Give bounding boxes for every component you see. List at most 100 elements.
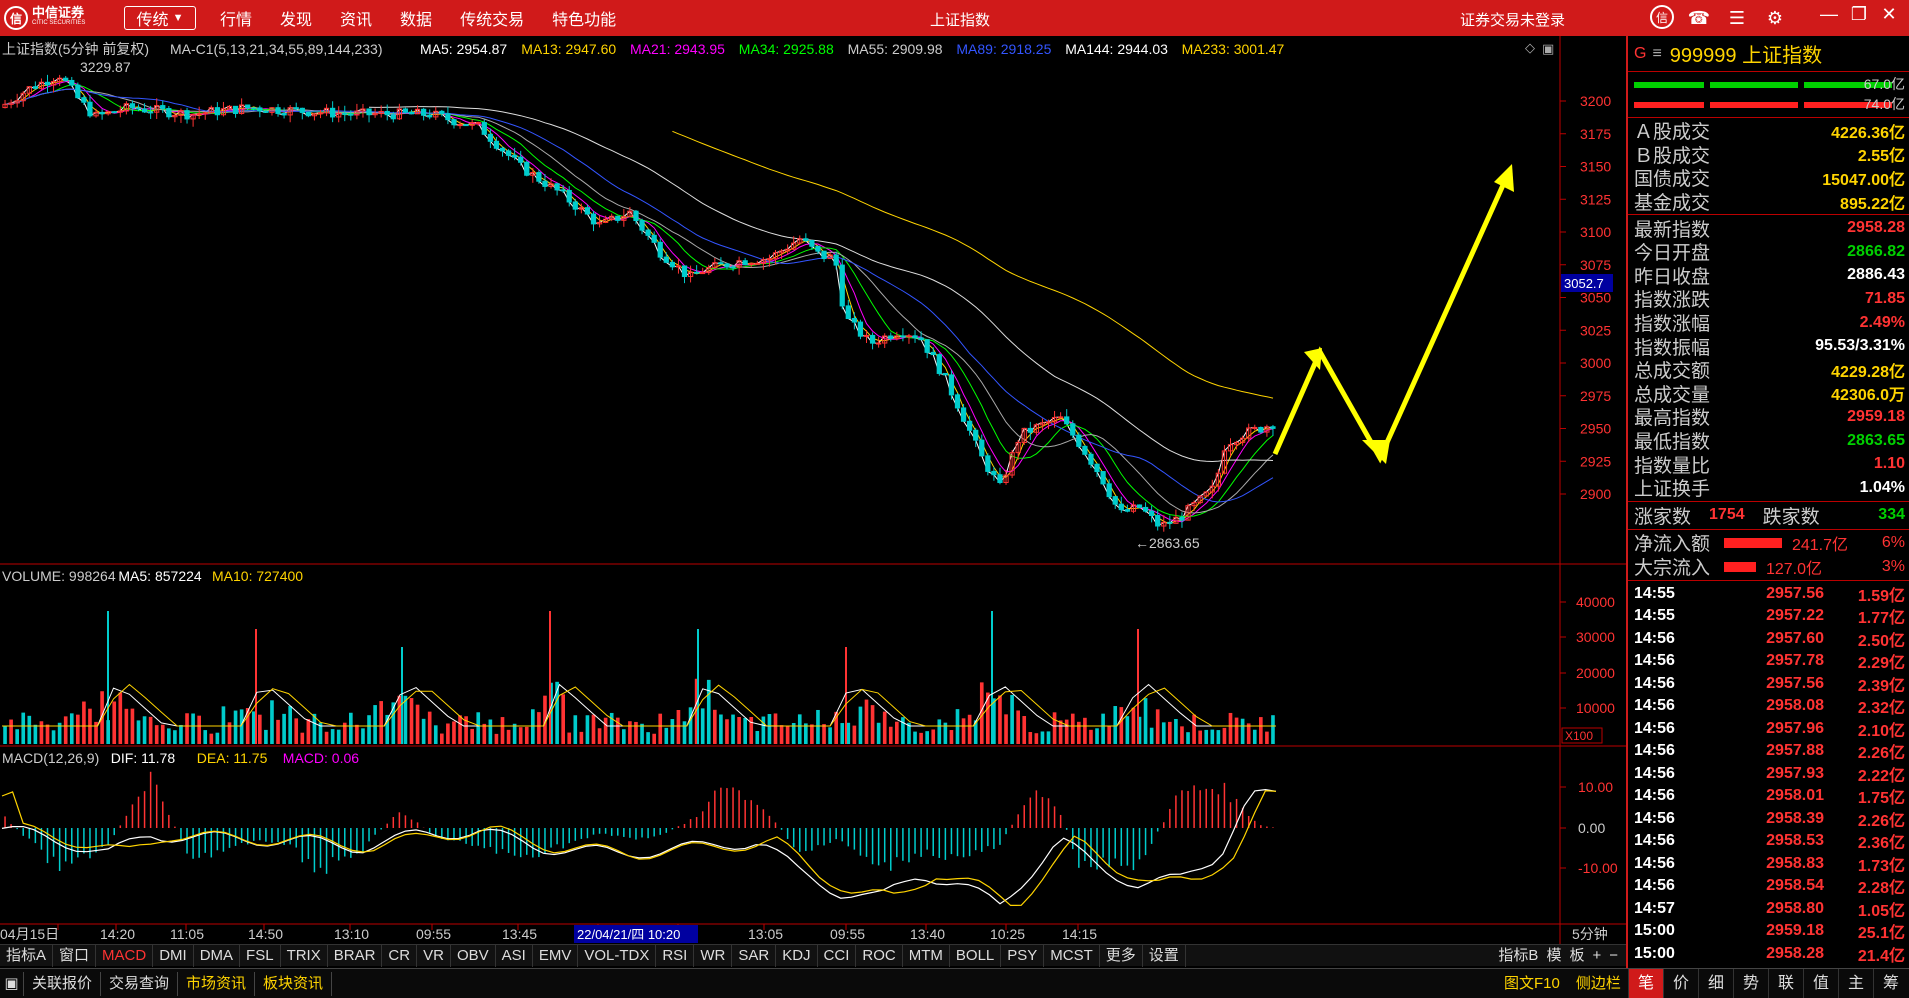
add-window-button[interactable]: + bbox=[1588, 945, 1605, 967]
panel-tab-3[interactable]: 势 bbox=[1733, 969, 1768, 998]
tick-row[interactable]: 14:56 2957.88 2.26亿 bbox=[1628, 740, 1909, 763]
stat-value: 2959.18 bbox=[1847, 407, 1905, 425]
diamond-icon[interactable]: ◇ bbox=[1525, 40, 1535, 55]
indicator-tab-rsi[interactable]: RSI bbox=[656, 944, 695, 967]
volume-axis: 40000 30000 20000 10000 bbox=[1560, 594, 1615, 716]
sector-news-button[interactable]: 板块资讯 bbox=[255, 971, 333, 996]
board-button[interactable]: 板 bbox=[1565, 945, 1588, 967]
indicator-tab-kdj[interactable]: KDJ bbox=[776, 944, 818, 967]
indicator-tab-emv[interactable]: EMV bbox=[533, 944, 579, 967]
template-button[interactable]: 模 bbox=[1542, 945, 1565, 967]
macd-histogram bbox=[4, 771, 1274, 874]
period-label[interactable]: 5分钟 bbox=[1572, 926, 1608, 942]
indicator-tab-cci[interactable]: CCI bbox=[818, 944, 857, 967]
group-tag[interactable]: G bbox=[1634, 45, 1646, 63]
indicator-tab-cr[interactable]: CR bbox=[382, 944, 418, 967]
mode-select[interactable]: 传统 ▼ bbox=[124, 6, 196, 30]
indicator-tab-窗口[interactable]: 窗口 bbox=[53, 944, 97, 967]
tick-row[interactable]: 14:56 2958.01 1.75亿 bbox=[1628, 785, 1909, 808]
candle-down bbox=[651, 234, 657, 243]
tick-row[interactable]: 15:00 2958.28 21.4亿 bbox=[1628, 943, 1909, 966]
close-icon[interactable]: ✕ bbox=[1880, 4, 1898, 25]
panel-tab-4[interactable]: 联 bbox=[1768, 969, 1803, 998]
volume-tick-0: 40000 bbox=[1576, 594, 1615, 610]
indicator-tab-psy[interactable]: PSY bbox=[1001, 944, 1045, 967]
menu-item-news[interactable]: 资讯 bbox=[340, 6, 372, 30]
tick-row[interactable]: 14:56 2958.54 2.28亿 bbox=[1628, 875, 1909, 898]
panel-tab-6[interactable]: 主 bbox=[1838, 969, 1873, 998]
candle-down bbox=[542, 180, 548, 187]
tick-row[interactable]: 14:55 2957.56 1.59亿 bbox=[1628, 583, 1909, 606]
trade-query-button[interactable]: 交易查询 bbox=[101, 971, 179, 996]
tick-row[interactable]: 14:56 2957.96 2.10亿 bbox=[1628, 718, 1909, 741]
indicator-tab-指标a[interactable]: 指标A bbox=[0, 944, 54, 967]
menu-square-icon[interactable]: ▣ bbox=[0, 971, 24, 996]
gear-icon[interactable]: ⚙ bbox=[1762, 5, 1788, 31]
menu-item-features[interactable]: 特色功能 bbox=[552, 6, 616, 30]
f10-button[interactable]: 图文F10 bbox=[1496, 972, 1568, 993]
volume-tick-3: 10000 bbox=[1576, 700, 1615, 716]
indicator-tab-mtm[interactable]: MTM bbox=[903, 944, 950, 967]
tick-row[interactable]: 14:56 2958.08 2.32亿 bbox=[1628, 695, 1909, 718]
indicator-tab-trix[interactable]: TRIX bbox=[281, 944, 328, 967]
notes-icon[interactable]: ☰ bbox=[1724, 5, 1750, 31]
sidebar-button[interactable]: 侧边栏 bbox=[1568, 972, 1629, 993]
tick-price: 2957.88 bbox=[1766, 742, 1824, 760]
indicator-tab-设置[interactable]: 设置 bbox=[1143, 944, 1186, 967]
ma-line-21 bbox=[4, 80, 1274, 523]
panel-tab-1[interactable]: 价 bbox=[1663, 969, 1698, 998]
indicator-tab-fsl[interactable]: FSL bbox=[240, 944, 281, 967]
tick-time: 14:56 bbox=[1634, 764, 1675, 782]
menu-item-quotes[interactable]: 行情 bbox=[220, 6, 252, 30]
panel-tab-2[interactable]: 细 bbox=[1698, 969, 1733, 998]
indicator-tab-wr[interactable]: WR bbox=[694, 944, 733, 967]
menu-item-discover[interactable]: 发现 bbox=[280, 6, 312, 30]
tick-row[interactable]: 14:57 2958.80 1.05亿 bbox=[1628, 898, 1909, 921]
indicator-tab-vr[interactable]: VR bbox=[417, 944, 451, 967]
indicator-tab-brar[interactable]: BRAR bbox=[328, 944, 383, 967]
indicator-tab-boll[interactable]: BOLL bbox=[950, 944, 1002, 967]
restore-icon[interactable]: ❐ bbox=[1850, 4, 1868, 25]
candle-down bbox=[330, 107, 336, 118]
indicator-tab-macd[interactable]: MACD bbox=[96, 944, 154, 967]
tick-list[interactable]: 14:55 2957.56 1.59亿 14:55 2957.22 1.77亿 14:56 2… bbox=[1628, 581, 1909, 966]
related-quotes-button[interactable]: 关联报价 bbox=[24, 971, 102, 996]
coin-icon[interactable]: 信 bbox=[1650, 5, 1674, 29]
menu-icon[interactable]: ≡ bbox=[1652, 45, 1661, 63]
tick-row[interactable]: 15:00 2959.18 25.1亿 bbox=[1628, 920, 1909, 943]
indicator-tab-asi[interactable]: ASI bbox=[496, 944, 533, 967]
indicator-tab-vol-tdx[interactable]: VOL-TDX bbox=[578, 944, 657, 967]
tick-row[interactable]: 14:56 2957.60 2.50亿 bbox=[1628, 628, 1909, 651]
tick-row[interactable]: 14:56 2958.39 2.26亿 bbox=[1628, 808, 1909, 831]
candle-down bbox=[99, 111, 105, 115]
tick-row[interactable]: 14:55 2957.22 1.77亿 bbox=[1628, 605, 1909, 628]
indicator-tab-sar[interactable]: SAR bbox=[732, 944, 777, 967]
headset-icon[interactable]: ☎ bbox=[1686, 5, 1712, 31]
candle-down bbox=[1076, 434, 1082, 447]
login-status[interactable]: 证券交易未登录 bbox=[1460, 9, 1565, 30]
minimize-icon[interactable]: — bbox=[1820, 4, 1838, 25]
candle-down bbox=[251, 107, 257, 110]
indicator-tab-dma[interactable]: DMA bbox=[194, 944, 241, 967]
window-toggle-icon[interactable]: ▣ bbox=[1542, 41, 1554, 56]
indicator-tab-mcst[interactable]: MCST bbox=[1044, 944, 1100, 967]
menu-item-trade[interactable]: 传统交易 bbox=[460, 6, 524, 30]
panel-tab-7[interactable]: 筹 bbox=[1873, 969, 1908, 998]
menu-item-data[interactable]: 数据 bbox=[400, 6, 432, 30]
chart-area[interactable]: 上证指数(5分钟 前复权) MA-C1(5,13,21,34,55,89,144… bbox=[0, 36, 1626, 944]
indicator-tab-obv[interactable]: OBV bbox=[451, 944, 496, 967]
tick-row[interactable]: 14:56 2958.83 1.73亿 bbox=[1628, 853, 1909, 876]
indicator-tab-更多[interactable]: 更多 bbox=[1100, 944, 1143, 967]
indicator-b-button[interactable]: 指标B bbox=[1494, 945, 1542, 967]
market-news-button[interactable]: 市场资讯 bbox=[178, 971, 256, 996]
tick-row[interactable]: 14:56 2957.56 2.39亿 bbox=[1628, 673, 1909, 696]
panel-tab-0[interactable]: 笔 bbox=[1628, 969, 1663, 998]
tick-row[interactable]: 14:56 2957.78 2.29亿 bbox=[1628, 650, 1909, 673]
panel-tab-5[interactable]: 值 bbox=[1803, 969, 1838, 998]
kline-chart[interactable]: 上证指数(5分钟 前复权) MA-C1(5,13,21,34,55,89,144… bbox=[0, 36, 1626, 944]
tick-row[interactable]: 14:56 2958.53 2.36亿 bbox=[1628, 830, 1909, 853]
tick-row[interactable]: 14:56 2957.93 2.22亿 bbox=[1628, 763, 1909, 786]
indicator-tab-dmi[interactable]: DMI bbox=[153, 944, 194, 967]
indicator-tab-roc[interactable]: ROC bbox=[856, 944, 903, 967]
remove-window-button[interactable]: − bbox=[1605, 945, 1622, 967]
